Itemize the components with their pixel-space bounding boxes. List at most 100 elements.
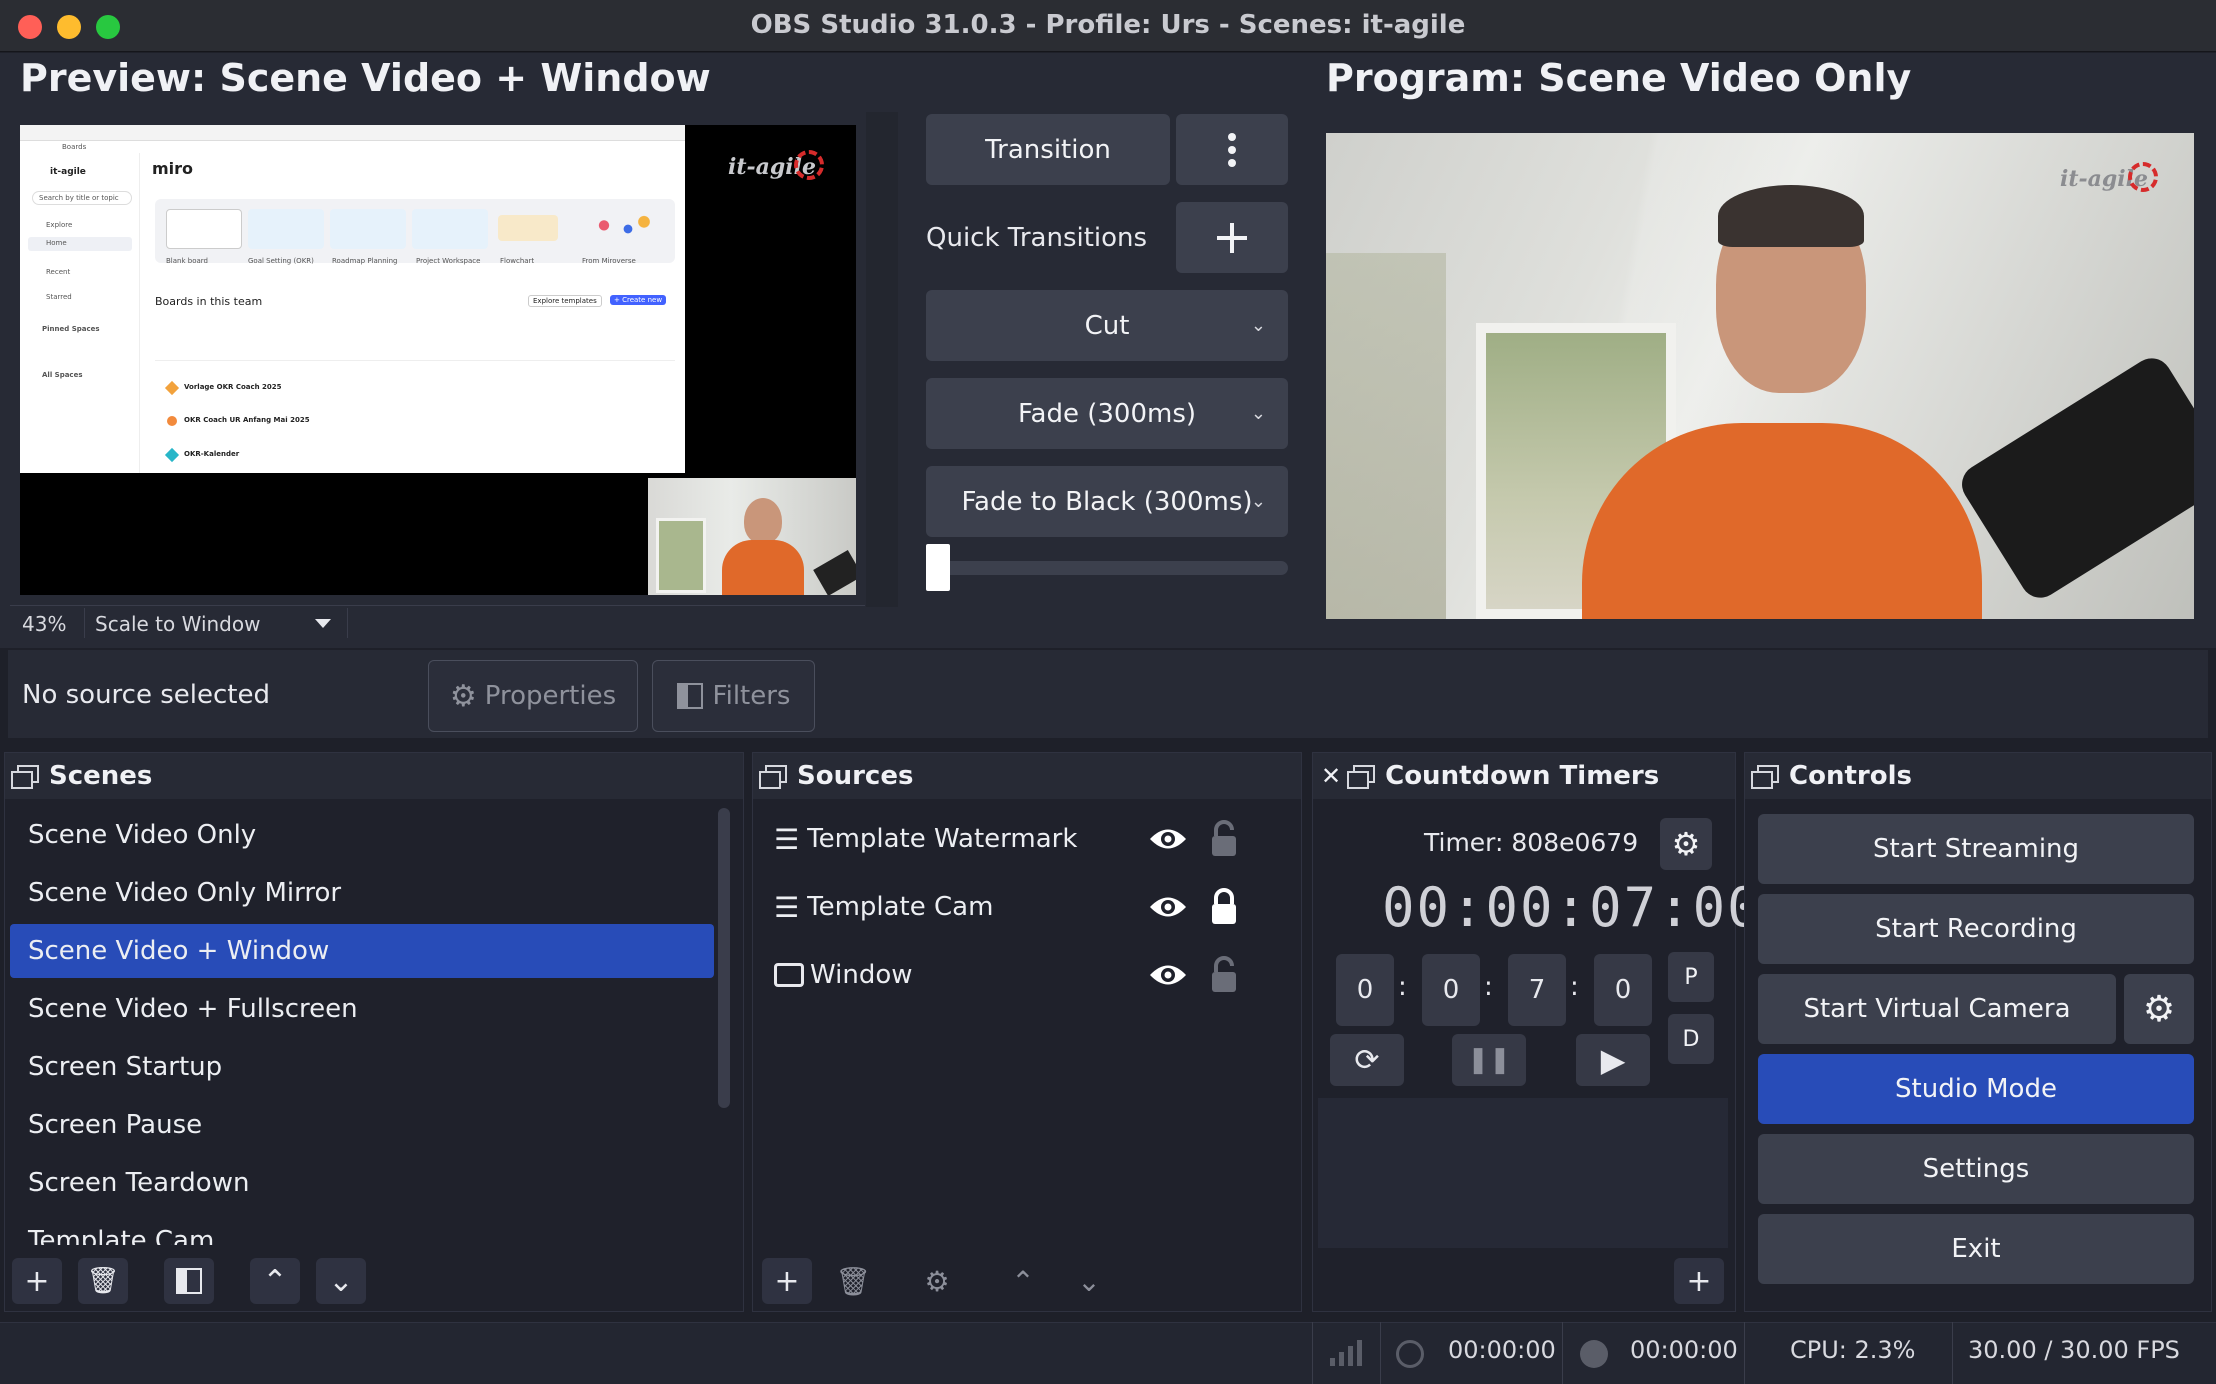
timer-settings-button[interactable]: ⚙ xyxy=(1660,818,1712,870)
explore-templates-button: Explore templates xyxy=(528,295,602,307)
miro-window-capture: Boards it-agile miro Search by title or … xyxy=(20,125,685,473)
scene-filters-button[interactable] xyxy=(164,1258,214,1304)
scene-item[interactable]: Scene Video Only xyxy=(10,808,714,862)
add-scene-button[interactable]: + xyxy=(12,1258,62,1304)
program-canvas xyxy=(1326,133,2194,619)
timer-period-button[interactable]: P xyxy=(1668,952,1714,1002)
timer-reset-button[interactable]: ⟳ xyxy=(1330,1034,1404,1086)
quick-transition-cut[interactable]: Cut ⌄ xyxy=(926,290,1288,361)
plus-icon xyxy=(1217,222,1247,253)
dock-icon[interactable] xyxy=(1751,765,1779,789)
eye-icon[interactable] xyxy=(1148,962,1188,988)
source-item[interactable]: ☰ Template Cam xyxy=(774,877,1129,937)
scene-item[interactable]: Scene Video + Window xyxy=(10,924,714,978)
play-icon: ▶ xyxy=(1600,1041,1626,1079)
timer-separator: : xyxy=(1484,972,1493,1002)
settings-button[interactable]: Settings xyxy=(1758,1134,2194,1204)
source-item-label: Template Watermark xyxy=(807,824,1078,854)
add-quick-transition-button[interactable] xyxy=(1176,202,1288,273)
add-timer-button[interactable]: + xyxy=(1674,1258,1724,1304)
start-streaming-button[interactable]: Start Streaming xyxy=(1758,814,2194,884)
scenes-scrollbar[interactable] xyxy=(718,808,730,1108)
unlock-icon[interactable] xyxy=(1209,956,1239,994)
scale-mode-label: Scale to Window xyxy=(95,612,261,636)
scene-item[interactable]: Screen Startup xyxy=(10,1040,714,1094)
chevron-down-icon: ⌄ xyxy=(1250,315,1266,336)
unlock-icon[interactable] xyxy=(1209,820,1239,858)
source-item[interactable]: Window xyxy=(774,945,1129,1005)
properties-button[interactable]: ⚙ Properties xyxy=(428,660,638,732)
timer-seconds-field[interactable]: 0 xyxy=(1594,954,1652,1026)
chevron-down-icon: ⌄ xyxy=(1077,1264,1101,1298)
chevron-down-icon: ⌄ xyxy=(328,1263,354,1299)
move-scene-down-button[interactable]: ⌄ xyxy=(316,1258,366,1304)
scene-item[interactable]: Screen Teardown xyxy=(10,1156,714,1210)
quick-transition-fade-to-black[interactable]: Fade to Black (300ms) ⌄ xyxy=(926,466,1288,537)
tbar-handle[interactable] xyxy=(926,544,950,591)
move-source-up-button[interactable]: ⌃ xyxy=(998,1258,1048,1304)
quick-transition-fade-label: Fade (300ms) xyxy=(1017,398,1197,429)
timer-pause-button[interactable]: ❚❚ xyxy=(1452,1034,1526,1086)
dock-icon[interactable] xyxy=(11,765,39,789)
template-flowchart: Flowchart xyxy=(500,257,535,265)
program-title: Program: Scene Video Only xyxy=(1326,56,1912,100)
miro-pinned-spaces: Pinned Spaces xyxy=(42,325,100,333)
timer-separator: : xyxy=(1570,972,1579,1002)
gear-icon: ⚙ xyxy=(2142,988,2176,1030)
timer-list-area xyxy=(1318,1098,1728,1248)
plus-icon: + xyxy=(1686,1263,1712,1299)
preview-scrollbar[interactable] xyxy=(866,112,898,607)
board-row-3: OKR-Kalender xyxy=(184,450,240,458)
dock-icon[interactable] xyxy=(759,765,787,789)
source-item[interactable]: ☰ Template Watermark xyxy=(774,809,1129,869)
timer-datetime-button[interactable]: D xyxy=(1668,1014,1714,1064)
eye-icon[interactable] xyxy=(1148,826,1188,852)
status-divider xyxy=(1744,1322,1745,1384)
dock-icon[interactable] xyxy=(1347,765,1376,789)
studio-mode-button[interactable]: Studio Mode xyxy=(1758,1054,2194,1124)
start-recording-button[interactable]: Start Recording xyxy=(1758,894,2194,964)
chevron-down-icon: ⌄ xyxy=(1250,403,1266,424)
transition-more-button[interactable] xyxy=(1176,114,1288,185)
filters-button[interactable]: Filters xyxy=(652,660,815,732)
stream-time: 00:00:00 xyxy=(1448,1336,1556,1364)
source-toolbar xyxy=(8,650,2208,738)
close-icon[interactable]: ✕ xyxy=(1321,762,1341,790)
timer-play-button[interactable]: ▶ xyxy=(1576,1034,1650,1086)
sources-title: Sources xyxy=(797,761,914,791)
lock-icon[interactable] xyxy=(1209,888,1239,926)
trash-icon: 🗑 xyxy=(835,1264,871,1298)
add-source-button[interactable]: + xyxy=(762,1258,812,1304)
transition-button[interactable]: Transition xyxy=(926,114,1170,185)
move-scene-up-button[interactable]: ⌃ xyxy=(250,1258,300,1304)
plus-icon: + xyxy=(774,1263,800,1299)
timer-days-field[interactable]: 0 xyxy=(1336,954,1394,1026)
timer-hours-field[interactable]: 0 xyxy=(1422,954,1480,1026)
cpu-usage: CPU: 2.3% xyxy=(1790,1336,1916,1364)
scene-item[interactable]: Scene Video + Fullscreen xyxy=(10,982,714,1036)
start-virtual-camera-button[interactable]: Start Virtual Camera xyxy=(1758,974,2116,1044)
chevron-down-icon: ⌄ xyxy=(1250,491,1266,512)
status-divider xyxy=(1380,1322,1381,1384)
eye-icon[interactable] xyxy=(1148,894,1188,920)
exit-button[interactable]: Exit xyxy=(1758,1214,2194,1284)
preview-cam-inset xyxy=(648,478,856,595)
scene-item[interactable]: Scene Video Only Mirror xyxy=(10,866,714,920)
gear-icon: ⚙ xyxy=(1671,825,1701,863)
virtual-camera-settings-button[interactable]: ⚙ xyxy=(2124,974,2194,1044)
remove-source-button[interactable]: 🗑 xyxy=(828,1258,878,1304)
source-properties-button[interactable]: ⚙ xyxy=(912,1258,962,1304)
create-new-button: + Create new xyxy=(610,295,667,305)
tbar-track[interactable] xyxy=(926,561,1288,575)
chevron-down-icon[interactable] xyxy=(315,619,331,628)
miro-nav-starred: Starred xyxy=(46,293,72,301)
scale-mode-select[interactable]: Scale to Window xyxy=(84,608,348,638)
scene-item[interactable]: Screen Pause xyxy=(10,1098,714,1152)
studio-mode-label: Studio Mode xyxy=(1895,1074,2057,1104)
remove-scene-button[interactable]: 🗑 xyxy=(78,1258,128,1304)
miro-nav-recent: Recent xyxy=(46,268,71,276)
timer-minutes-field[interactable]: 7 xyxy=(1508,954,1566,1026)
move-source-down-button[interactable]: ⌄ xyxy=(1064,1258,1114,1304)
controls-header: Controls xyxy=(1745,753,2211,799)
quick-transition-fade[interactable]: Fade (300ms) ⌄ xyxy=(926,378,1288,449)
